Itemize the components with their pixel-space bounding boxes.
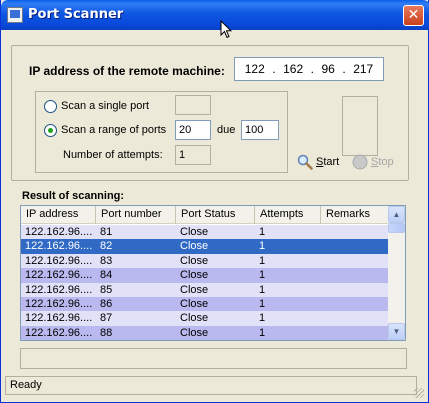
table-cell: 85 — [100, 283, 113, 296]
table-cell: Close — [180, 240, 209, 253]
stop-button[interactable]: Stop — [352, 154, 394, 170]
ip-dot: . — [342, 62, 346, 76]
table-cell: 1 — [259, 283, 266, 296]
table-cell: 122.162.96.... — [25, 312, 93, 325]
mouse-cursor-icon — [220, 20, 232, 39]
scroll-down-icon[interactable]: ▼ — [388, 323, 405, 340]
table-cell: 122.162.96.... — [25, 283, 93, 296]
scroll-thumb[interactable] — [388, 223, 405, 233]
single-port-radio[interactable] — [44, 100, 57, 113]
table-cell — [321, 225, 389, 239]
table-cell: 88 — [100, 326, 113, 339]
close-button[interactable]: ✕ — [403, 5, 424, 26]
table-cell: Close — [180, 269, 209, 282]
table-cell — [321, 311, 389, 325]
table-cell: 84 — [100, 269, 113, 282]
single-port-input[interactable] — [175, 95, 211, 115]
table-cell: 1 — [259, 297, 266, 310]
table-cell: Close — [180, 312, 209, 325]
range-from-input[interactable]: 20 — [175, 120, 211, 140]
table-cell: 122.162.96.... — [25, 297, 93, 310]
results-label: Result of scanning: — [22, 190, 125, 202]
scroll-up-icon[interactable]: ▲ — [388, 206, 405, 223]
table-cell: 87 — [100, 312, 113, 325]
table-cell: 1 — [259, 226, 266, 238]
ip-octet-2[interactable]: 162 — [283, 62, 303, 76]
table-row[interactable]: 122.162.96.... 83 Close 1 — [21, 253, 389, 269]
stop-icon — [352, 154, 368, 170]
table-cell: 122.162.96.... — [25, 240, 93, 253]
results-header: IP address Port number Port Status Attem… — [21, 206, 389, 224]
table-row[interactable]: 122.162.96.... 85 Close 1 — [21, 282, 389, 297]
range-separator-label: due — [217, 124, 236, 136]
table-row[interactable]: 122.162.96.... 81 Close 1 — [21, 225, 389, 240]
magnifier-icon — [297, 154, 313, 170]
table-cell — [321, 326, 389, 340]
table-cell: 122.162.96.... — [25, 326, 93, 339]
title-bar[interactable]: Port Scanner ✕ — [1, 0, 429, 30]
table-row[interactable]: 122.162.96.... 82 Close 1 — [21, 239, 389, 254]
table-cell: 122.162.96.... — [25, 226, 93, 238]
port-scanner-window: Port Scanner ✕ IP address of the remote … — [0, 0, 429, 403]
column-header-ip[interactable]: IP address — [21, 206, 96, 224]
table-cell: 1 — [259, 254, 266, 267]
table-cell: 1 — [259, 312, 266, 325]
results-scrollbar[interactable]: ▲ ▼ — [388, 206, 405, 340]
port-range-label[interactable]: Scan a range of ports — [61, 124, 166, 136]
table-cell — [321, 297, 389, 311]
ip-address-input[interactable]: 122 . 162 . 96 . 217 — [234, 57, 384, 81]
ip-octet-3[interactable]: 96 — [322, 62, 335, 76]
table-cell — [321, 239, 389, 253]
table-cell: Close — [180, 254, 209, 267]
table-cell: 1 — [259, 269, 266, 282]
table-cell: 81 — [100, 226, 113, 238]
column-header-remarks[interactable]: Remarks — [321, 206, 389, 224]
status-bar: Ready — [5, 376, 417, 395]
results-list[interactable]: IP address Port number Port Status Attem… — [20, 205, 406, 341]
window-title: Port Scanner — [28, 7, 124, 22]
results-body: 122.162.96.... 81 Close 1 122.162.96.... 82 Cl… — [21, 225, 389, 340]
table-row[interactable]: 122.162.96.... 84 Close 1 — [21, 268, 389, 283]
table-cell: Close — [180, 226, 209, 238]
scan-progress-bar — [20, 348, 407, 369]
column-header-attempts[interactable]: Attempts — [255, 206, 321, 224]
table-cell: Close — [180, 283, 209, 296]
status-indicator-box — [342, 96, 378, 156]
ip-dot: . — [272, 62, 276, 76]
resize-grip-icon[interactable] — [414, 388, 424, 398]
app-icon — [7, 7, 23, 23]
table-cell — [321, 283, 389, 297]
start-label: Start — [316, 156, 340, 168]
table-cell: 86 — [100, 297, 113, 310]
table-cell: 1 — [259, 326, 266, 339]
table-cell: 122.162.96.... — [25, 254, 93, 267]
table-row[interactable]: 122.162.96.... 86 Close 1 — [21, 296, 389, 312]
start-button[interactable]: Start — [297, 154, 339, 170]
attempts-label: Number of attempts: — [63, 149, 163, 161]
table-cell: Close — [180, 297, 209, 310]
attempts-input[interactable]: 1 — [175, 145, 211, 165]
ip-address-label: IP address of the remote machine: — [29, 64, 225, 78]
stop-label: Stop — [371, 156, 394, 168]
ip-octet-1[interactable]: 122 — [245, 62, 265, 76]
table-cell: 83 — [100, 254, 113, 267]
table-cell: Close — [180, 326, 209, 339]
column-header-port[interactable]: Port number — [96, 206, 176, 224]
port-range-radio[interactable] — [44, 124, 57, 137]
range-to-input[interactable]: 100 — [241, 120, 279, 140]
ip-dot: . — [310, 62, 314, 76]
table-cell: 1 — [259, 240, 266, 253]
table-cell: 122.162.96.... — [25, 269, 93, 282]
ip-octet-4[interactable]: 217 — [353, 62, 373, 76]
status-text: Ready — [10, 379, 42, 391]
single-port-label[interactable]: Scan a single port — [61, 100, 149, 112]
table-cell — [321, 268, 389, 282]
table-row[interactable]: 122.162.96.... 87 Close 1 — [21, 311, 389, 326]
column-header-status[interactable]: Port Status — [176, 206, 255, 224]
table-row[interactable]: 122.162.96.... 88 Close 1 — [21, 325, 389, 340]
table-cell — [321, 254, 389, 268]
table-cell: 82 — [100, 240, 113, 253]
